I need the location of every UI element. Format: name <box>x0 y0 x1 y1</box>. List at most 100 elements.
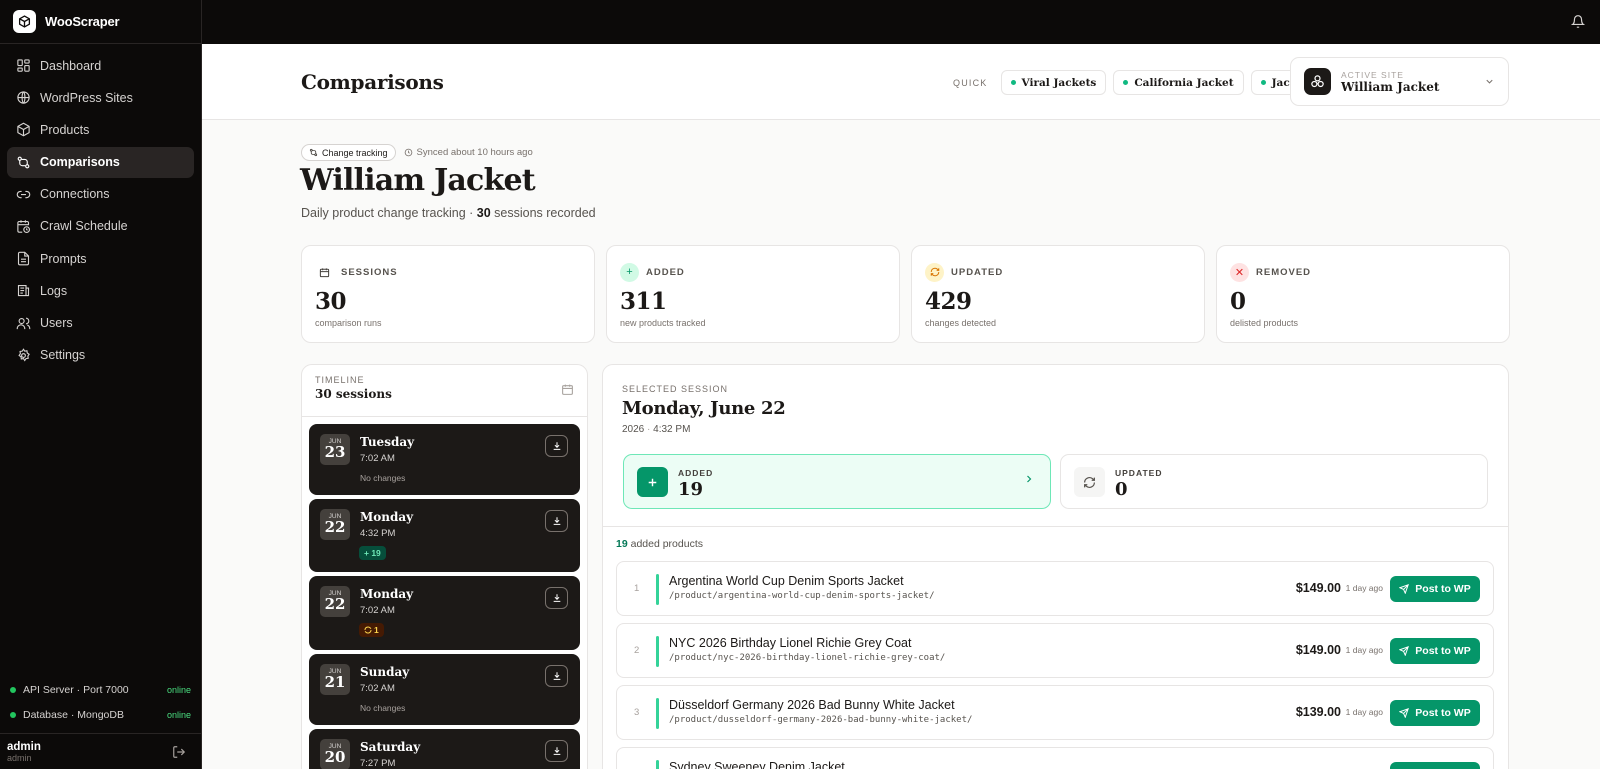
stat-card-sessions: SESSIONS 30 comparison runs <box>301 245 595 343</box>
chip-dot <box>1260 80 1266 85</box>
clock-icon <box>404 148 412 157</box>
stat-sub: changes detected <box>925 318 997 328</box>
post-to-wp-button[interactable]: Post to WP <box>1390 700 1480 726</box>
session-date: JUN 22 <box>320 586 350 617</box>
user-name: admin <box>7 740 41 753</box>
row-accent <box>656 698 659 729</box>
calendar-icon <box>315 263 334 282</box>
download-icon <box>553 672 560 680</box>
session-item[interactable]: JUN 23 Tuesday 7:02 AM No changes <box>309 424 580 495</box>
detail-time: 4:32 PM <box>653 424 691 435</box>
product-name: Düsseldorf Germany 2026 Bad Bunny White … <box>669 698 955 712</box>
row-accent <box>656 574 659 605</box>
status-state: online <box>166 684 191 695</box>
added-filter-card[interactable]: ADDED 19 <box>623 454 1051 509</box>
x-icon: ✕ <box>1230 262 1249 282</box>
post-to-wp-button[interactable]: Post to WP <box>1390 638 1480 664</box>
stat-value: 429 <box>925 288 972 315</box>
download-button[interactable] <box>545 435 568 457</box>
sidebar-item-products[interactable]: Products <box>7 114 194 145</box>
logout-icon[interactable] <box>172 745 186 759</box>
product-name: NYC 2026 Birthday Lionel Richie Grey Coa… <box>669 636 912 650</box>
session-note: No changes <box>360 473 406 483</box>
product-row[interactable]: 2 NYC 2026 Birthday Lionel Richie Grey C… <box>616 623 1494 678</box>
site-title: William Jacket <box>300 163 536 198</box>
stat-value: 30 <box>315 288 347 315</box>
timeline-header: TIMELINE 30 sessions <box>302 365 587 417</box>
sidebar-item-logs[interactable]: Logs <box>7 275 194 306</box>
session-day: 22 <box>324 518 346 536</box>
session-item[interactable]: JUN 22 Monday 4:32 PM + 19 <box>309 499 580 572</box>
sidebar-item-dashboard[interactable]: Dashboard <box>7 50 194 81</box>
sidebar: WooScraper Dashboard WordPress Sites Pro… <box>0 0 202 769</box>
subtitle-text: sessions recorded <box>490 206 596 220</box>
stat-sub: delisted products <box>1230 318 1299 328</box>
session-item[interactable]: JUN 20 Saturday 7:27 PM <box>309 729 580 769</box>
quick-site-chip[interactable]: Viral Jackets <box>1000 70 1107 95</box>
status-state: online <box>166 709 191 720</box>
send-icon <box>1399 708 1410 718</box>
product-price: $139.00 <box>1295 705 1341 719</box>
sidebar-item-label: Users <box>40 316 73 330</box>
updated-filter-card[interactable]: UPDATED 0 <box>1060 454 1488 509</box>
bell-icon[interactable] <box>1571 14 1585 29</box>
download-button[interactable] <box>545 587 568 609</box>
download-icon <box>553 517 560 525</box>
download-button[interactable] <box>545 510 568 532</box>
product-row[interactable]: 1 Argentina World Cup Denim Sports Jacke… <box>616 561 1494 616</box>
session-date: JUN 21 <box>320 664 350 695</box>
quick-site-chip[interactable]: California Jacket <box>1113 70 1244 95</box>
product-price: $149.00 <box>1295 643 1341 657</box>
plus-icon: + <box>620 262 639 282</box>
status-dot <box>10 686 16 693</box>
button-label: Post to WP <box>1415 645 1471 657</box>
session-day: 20 <box>324 748 346 766</box>
compare-icon <box>17 156 30 168</box>
product-name: Argentina World Cup Denim Sports Jacket <box>669 574 904 588</box>
post-to-wp-button[interactable]: Post to WP <box>1390 576 1480 602</box>
download-button[interactable] <box>545 740 568 762</box>
post-to-wp-button[interactable]: Post to WP <box>1390 762 1480 769</box>
sidebar-nav: Dashboard WordPress Sites Products Compa… <box>0 44 201 378</box>
product-age: 1 day ago <box>1345 645 1383 655</box>
status-dot <box>10 711 16 718</box>
count-number: 19 <box>616 538 628 550</box>
product-row[interactable]: 3 Düsseldorf Germany 2026 Bad Bunny Whit… <box>616 685 1494 740</box>
active-site-selector[interactable]: ACTIVE SITE William Jacket <box>1290 57 1509 106</box>
session-item[interactable]: JUN 21 Sunday 7:02 AM No changes <box>309 654 580 725</box>
sidebar-item-comparisons[interactable]: Comparisons <box>7 146 194 178</box>
brand-name: WooScraper <box>45 14 120 29</box>
session-detail-panel: SELECTED SESSION Monday, June 22 2026 · … <box>602 364 1509 769</box>
page-header: Comparisons QUICK Viral Jackets Californ… <box>202 44 1600 120</box>
sidebar-item-prompts[interactable]: Prompts <box>7 243 194 274</box>
sidebar-item-label: Dashboard <box>40 58 102 73</box>
sidebar-item-wordpress-sites[interactable]: WordPress Sites <box>7 82 194 113</box>
card-label: UPDATED <box>1115 468 1163 478</box>
calendar-icon[interactable] <box>561 383 574 396</box>
product-index: 3 <box>634 707 640 718</box>
session-note: No changes <box>360 703 406 713</box>
gear-icon <box>18 347 30 362</box>
chevron-down-icon <box>1486 79 1493 84</box>
product-row[interactable]: Sydney Sweeney Denim Jacket Post to WP <box>616 747 1494 769</box>
sidebar-item-users[interactable]: Users <box>7 308 194 339</box>
stat-label: REMOVED <box>1256 266 1312 278</box>
users-icon <box>16 317 31 329</box>
download-button[interactable] <box>545 665 568 687</box>
refresh-icon <box>925 262 944 282</box>
plus-icon <box>637 467 668 497</box>
top-bar <box>202 0 1600 44</box>
active-site-label: ACTIVE SITE <box>1341 69 1404 80</box>
sidebar-item-crawl-schedule[interactable]: Crawl Schedule <box>7 211 194 242</box>
brand[interactable]: WooScraper <box>0 0 201 44</box>
product-price: $149.00 <box>1295 581 1341 595</box>
sidebar-item-settings[interactable]: Settings <box>7 340 194 371</box>
session-weekday: Tuesday <box>360 435 415 449</box>
card-value: 0 <box>1115 479 1128 500</box>
updated-badge: 1 <box>359 623 384 637</box>
session-item[interactable]: JUN 22 Monday 7:02 AM 1 <box>309 576 580 650</box>
send-icon <box>1399 646 1410 656</box>
session-day: 21 <box>324 673 346 691</box>
sidebar-item-connections[interactable]: Connections <box>7 179 194 210</box>
subtitle-text: Daily product change tracking · <box>301 206 477 220</box>
